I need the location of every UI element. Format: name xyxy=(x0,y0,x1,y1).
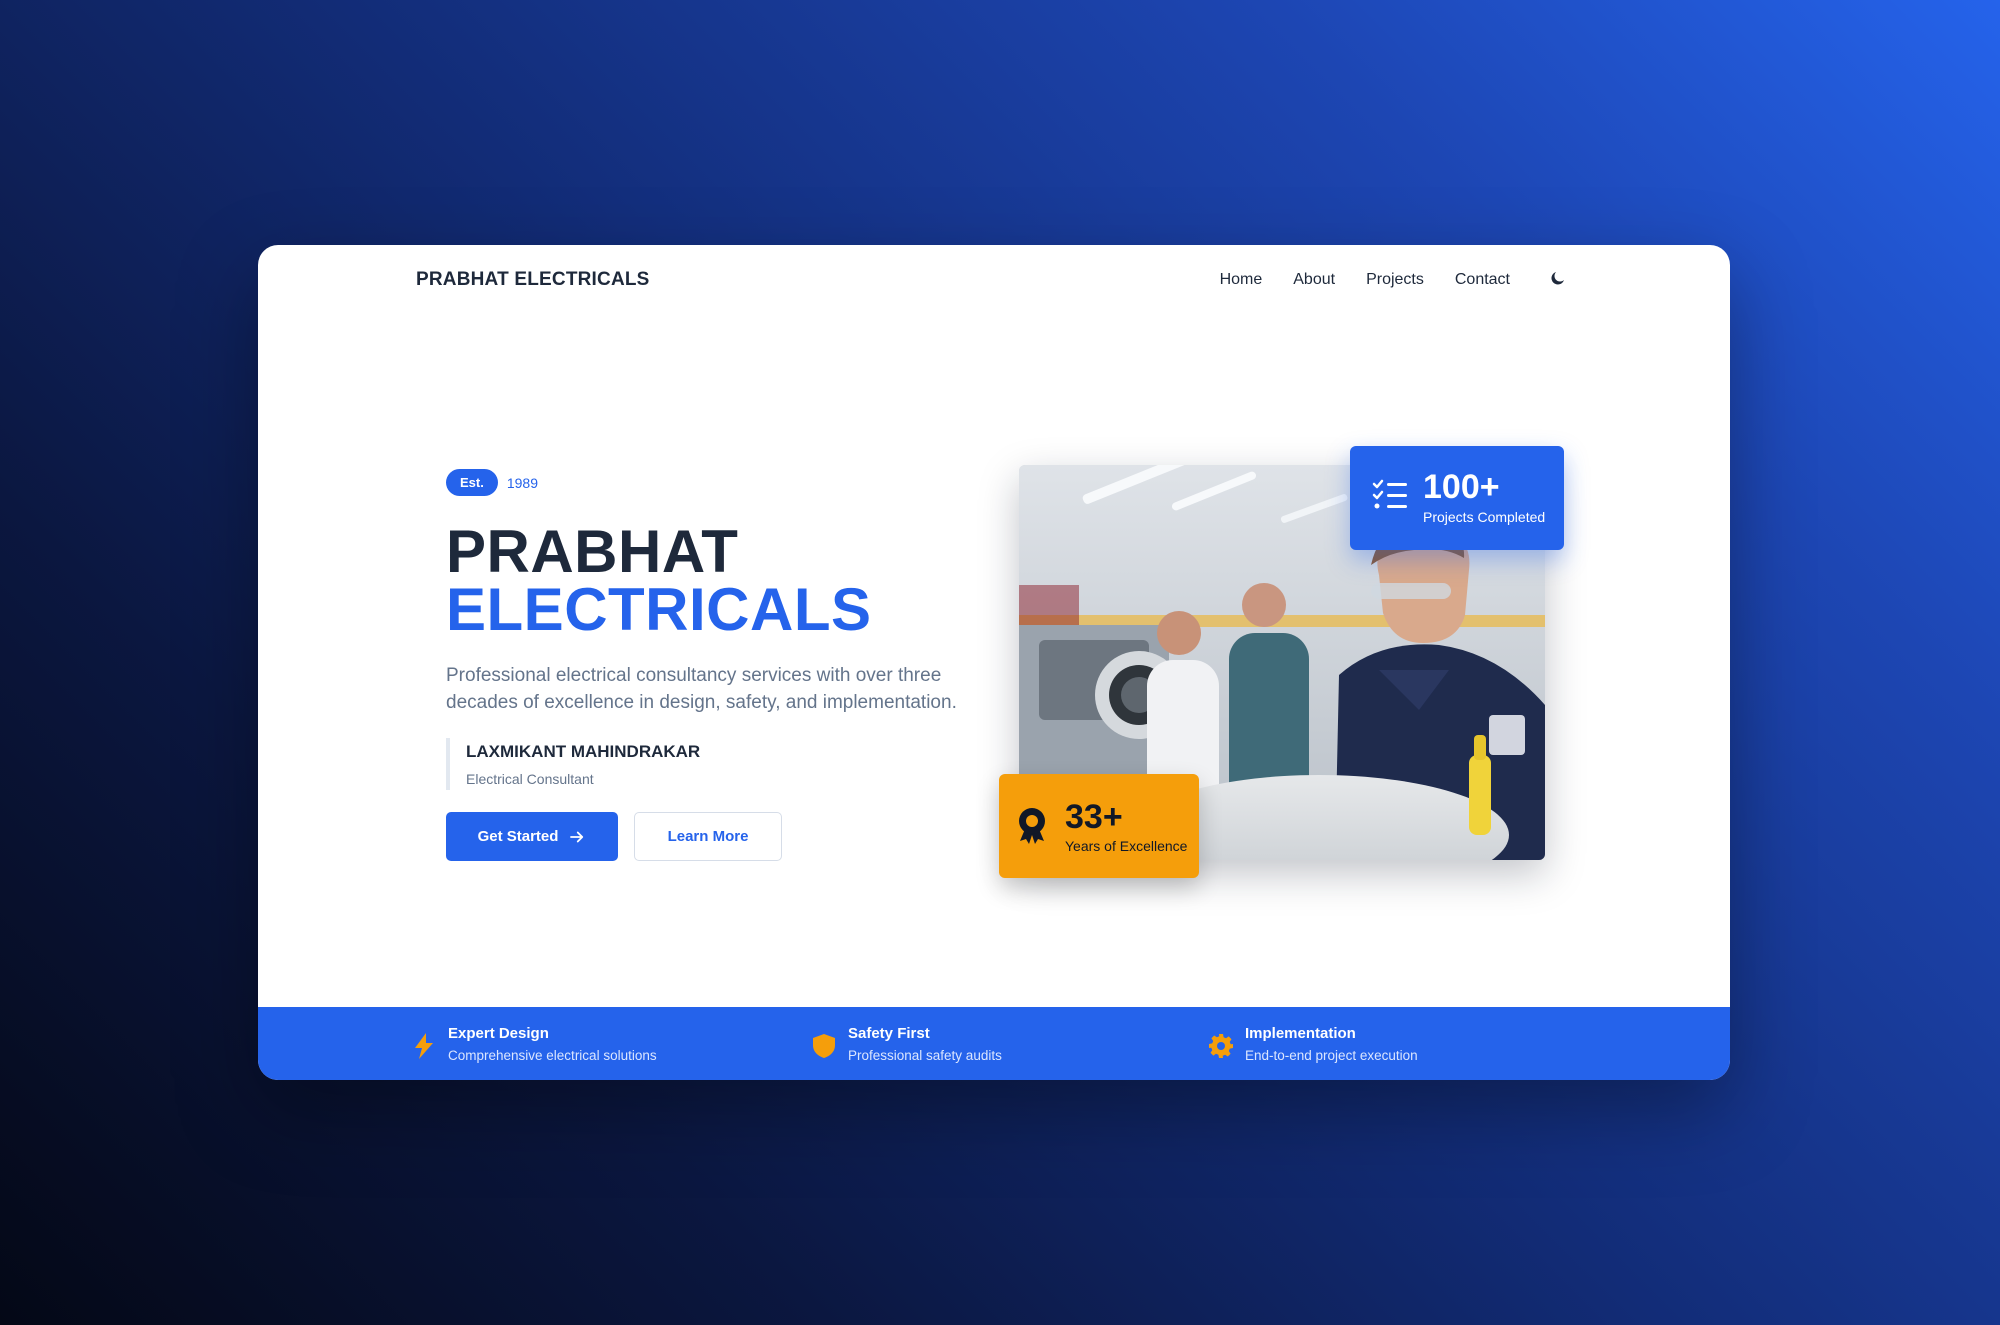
est-year: 1989 xyxy=(506,474,538,491)
feature-expert-design: Expert Design Comprehensive electrical s… xyxy=(412,1025,657,1063)
years-stat-card: 33+ Years of Excellence xyxy=(999,774,1199,878)
shield-icon xyxy=(813,1034,835,1058)
brand-logo[interactable]: PRABHAT ELECTRICALS xyxy=(416,269,650,291)
nav-home[interactable]: Home xyxy=(1220,271,1263,289)
landing-card: PRABHAT ELECTRICALS Home About Projects … xyxy=(258,245,1730,1080)
consultant-name: LAXMIKANT MAHINDRAKAR xyxy=(466,742,701,761)
nav-about[interactable]: About xyxy=(1293,271,1335,289)
feature-desc: Professional safety audits xyxy=(848,1048,1002,1063)
feature-desc: Comprehensive electrical solutions xyxy=(448,1048,657,1063)
feature-safety-first: Safety First Professional safety audits xyxy=(812,1025,1002,1063)
get-started-label: Get Started xyxy=(477,828,559,845)
award-icon xyxy=(1019,808,1045,844)
nav-projects[interactable]: Projects xyxy=(1366,271,1424,289)
hero-description: Professional electrical consultancy serv… xyxy=(446,665,957,713)
est-pill: Est. xyxy=(446,469,498,496)
lightning-icon xyxy=(415,1033,433,1059)
arrow-right-icon xyxy=(570,831,584,842)
feature-title: Implementation xyxy=(1245,1025,1356,1042)
consultant-info: LAXMIKANT MAHINDRAKAR Electrical Consult… xyxy=(446,738,700,790)
moon-icon xyxy=(1551,272,1564,285)
get-started-button[interactable]: Get Started xyxy=(446,812,618,861)
nav-contact[interactable]: Contact xyxy=(1455,271,1510,289)
projects-count: 100+ xyxy=(1423,468,1500,506)
feature-title: Safety First xyxy=(848,1025,930,1042)
projects-stat-card: 100+ Projects Completed xyxy=(1350,446,1564,550)
learn-more-button[interactable]: Learn More xyxy=(634,812,782,861)
established-badge: Est. 1989 xyxy=(446,469,538,496)
hero-title-line1: PRABHAT xyxy=(446,518,739,585)
years-count: 33+ xyxy=(1065,798,1123,836)
gear-icon xyxy=(1209,1034,1233,1058)
main-nav: Home About Projects Contact xyxy=(1220,271,1510,289)
theme-toggle-button[interactable] xyxy=(1547,267,1569,289)
checklist-icon xyxy=(1372,479,1407,509)
feature-desc: End-to-end project execution xyxy=(1245,1048,1418,1063)
years-label: Years of Excellence xyxy=(1065,838,1188,854)
features-bar: Expert Design Comprehensive electrical s… xyxy=(258,1007,1730,1080)
hero-title-line2: ELECTRICALS xyxy=(446,576,872,643)
feature-implementation: Implementation End-to-end project execut… xyxy=(1209,1025,1418,1063)
hero-title: PRABHAT ELECTRICALS xyxy=(446,518,872,643)
projects-label: Projects Completed xyxy=(1423,509,1546,525)
feature-title: Expert Design xyxy=(448,1025,549,1042)
consultant-role: Electrical Consultant xyxy=(466,771,594,787)
